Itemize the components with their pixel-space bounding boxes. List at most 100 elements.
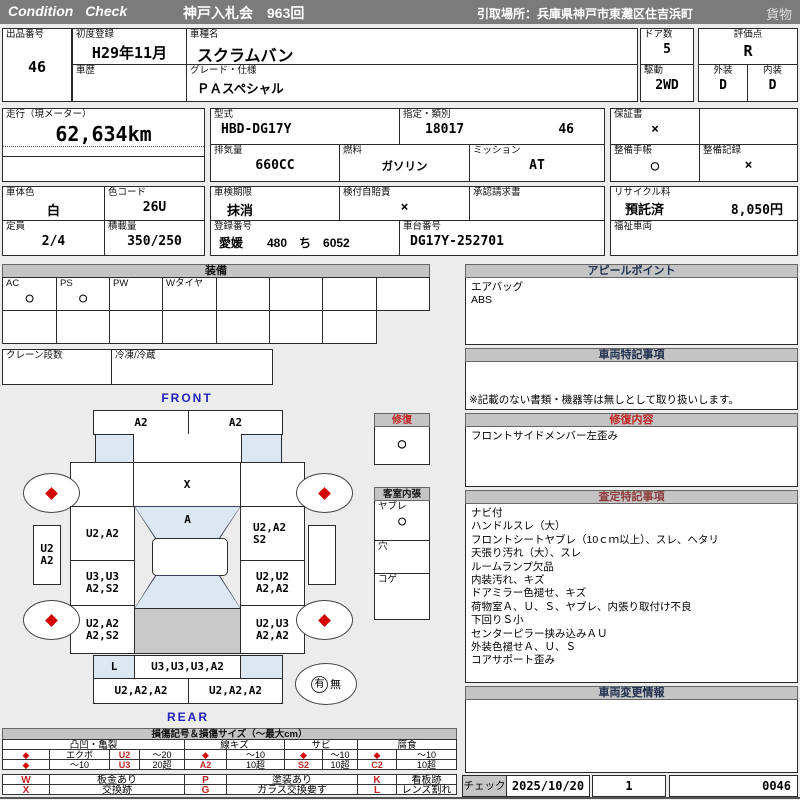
cabin-row-hole-label: 穴 xyxy=(378,541,388,552)
equipment-cell-wtire: Wタイヤ xyxy=(162,277,217,311)
front-corner-left xyxy=(95,434,134,463)
insurance-value: × xyxy=(400,199,409,215)
rear-bumper-left-codes: U2,A2,A2 xyxy=(114,684,168,697)
model-code-label: 型式 xyxy=(214,109,234,120)
body-color-value: 白 xyxy=(46,202,60,218)
interior-grade-label: 内装 xyxy=(762,65,782,76)
mileage-divider-solid xyxy=(3,156,204,157)
damage-diamond-icon xyxy=(318,613,331,627)
check-date-cell: 2025/10/20 xyxy=(506,775,590,797)
auction-title: 神戸入札会 963回 xyxy=(183,5,305,21)
equipment-label-ps: PS xyxy=(60,278,73,289)
inspection-value: 抹消 xyxy=(227,202,254,218)
crane-label: クレーン段数 xyxy=(6,350,63,361)
front-door-left: U2,A2 xyxy=(70,506,135,561)
registration-number-value: 愛媛 480 ち 6052 xyxy=(219,235,350,250)
drive-cell: 駆動 2WD xyxy=(640,64,694,102)
windshield-code: A xyxy=(184,513,191,526)
front-corner-right xyxy=(241,434,282,463)
warranty-value: × xyxy=(651,121,659,137)
maintenance-record-label: 整備記録 xyxy=(703,145,742,156)
equipment-row2-7 xyxy=(322,310,377,344)
hood-center xyxy=(133,434,242,463)
capacity-cell: 定員 2/4 xyxy=(2,220,105,256)
maintenance-record-value: × xyxy=(744,157,753,173)
grade-value: ＰＡスペシャル xyxy=(197,81,284,96)
vehicle-notes-header: 車両特記事項 xyxy=(465,348,798,362)
roof-panel xyxy=(152,538,228,576)
lot-number-label: 出品番号 xyxy=(6,29,45,40)
exterior-grade-label: 外装 xyxy=(713,65,733,76)
rear-corner-left-code: L xyxy=(110,660,118,673)
chassis-number-value: DG17Y-252701 xyxy=(410,233,504,249)
rear-bumper-right-codes: U2,A2,A2 xyxy=(209,684,262,697)
mileage-value: 62,634km xyxy=(55,121,152,146)
front-door-right-codes: U2,A2 S2 xyxy=(253,520,287,546)
damage-diagram: A2 A2 X U2,A2 A U2,A2 S2 U2 A2 U3,U3 A2,… xyxy=(0,405,460,730)
rear-label: REAR xyxy=(166,710,209,724)
rear-wheel-left xyxy=(23,600,80,640)
exterior-grade-cell: 外装 D xyxy=(698,64,748,102)
crane-cell: クレーン段数 xyxy=(2,349,112,385)
repair-legend-value: ○ xyxy=(397,436,407,452)
cabin-row-hole: 穴 xyxy=(375,541,429,574)
doors-value: 5 xyxy=(663,41,671,57)
class-value-1: 18017 xyxy=(425,122,465,137)
pickup-location: 引取場所：兵庫県神戸市東灘区住吉浜町 xyxy=(477,7,694,21)
first-registration-value: H29年11月 xyxy=(91,43,168,62)
load-value: 350/250 xyxy=(127,233,182,249)
history-cell: 車歴 xyxy=(72,64,187,102)
lot-number-box: 出品番号 46 xyxy=(2,28,72,102)
class-cell: 指定・類別 18017 46 xyxy=(399,108,605,145)
quarter-panel-left: U2,A2 A2,S2 xyxy=(70,605,135,654)
capacity-label: 定員 xyxy=(6,221,26,232)
mission-label: ミッション xyxy=(473,145,521,156)
equipment-row2-4 xyxy=(162,310,217,344)
drive-label: 駆動 xyxy=(644,65,664,76)
repair-content-box: 修復内容 フロントサイドメンバー左歪み xyxy=(465,413,798,487)
registration-number-label: 登録番号 xyxy=(214,221,253,232)
front-panel: X xyxy=(133,462,241,507)
chassis-number-cell: 車台番号 DG17Y-252701 xyxy=(399,220,605,256)
mileage-divider-dotted xyxy=(3,146,204,147)
legend-r2c8: 10超 xyxy=(322,759,358,770)
cabin-legend-box: 客室内張 ヤブレ ○ 穴 コゲ xyxy=(374,487,430,620)
front-bumper-right-code: A2 xyxy=(228,415,243,429)
recycle-fee-label: リサイクル料 xyxy=(614,187,671,198)
appeal-points-header: アピールポイント xyxy=(465,264,798,278)
equipment-value-ac: ○ xyxy=(25,290,34,306)
legend-desc-g: ガラス交換要す xyxy=(226,784,358,795)
equipment-row2-5 xyxy=(216,310,270,344)
registration-number-cell: 登録番号 愛媛 480 ち 6052 xyxy=(210,220,400,256)
model-name-cell: 車種名 スクラムバン xyxy=(186,28,638,65)
fridge-label: 冷凍/冷蔵 xyxy=(115,350,156,361)
front-fender-left xyxy=(70,462,134,507)
rear-gate-codes: U3,U3,U3,A2 xyxy=(151,660,224,673)
assessment-notes-lines: ナビ付 ハンドルスレ（大） フロントシートヤブレ（10ｃｍ以上）、スレ、ヘタリ … xyxy=(471,507,719,667)
equipment-header: 装備 xyxy=(2,264,430,278)
grade-label: グレード・仕様 xyxy=(190,65,257,76)
quarter-panel-right: U2,U3 A2,A2 xyxy=(240,605,305,654)
assessment-notes-header: 査定特記事項 xyxy=(465,490,798,504)
equipment-cell-8 xyxy=(376,277,430,311)
model-code-value: HBD-DG17Y xyxy=(221,121,292,137)
rear-corner-right xyxy=(240,655,283,679)
load-cell: 積載量 350/250 xyxy=(104,220,205,256)
appeal-points-box: アピールポイント エアバッグ ABS xyxy=(465,264,798,345)
maintenance-record-cell: 整備記録 × xyxy=(699,144,798,182)
quarter-panel-right-codes: U2,U3 A2,A2 xyxy=(255,616,290,642)
cabin-row-burn: コゲ xyxy=(375,574,429,619)
grade-cell: グレード・仕様 ＰＡスペシャル xyxy=(186,64,638,102)
mileage-box: 走行（現メーター） 62,634km xyxy=(2,108,205,182)
legend-code-l: L xyxy=(357,784,397,795)
appeal-points-lines: エアバッグ ABS xyxy=(471,281,524,307)
rear-wheel-right xyxy=(296,600,353,640)
equipment-label-ac: AC xyxy=(6,278,20,289)
legend-r2c2: 〜10 xyxy=(49,759,110,770)
legend-desc-l: レンズ割れ xyxy=(396,784,457,795)
doors-label: ドア数 xyxy=(644,29,673,40)
welfare-label: 福祉車両 xyxy=(614,221,653,232)
recycle-fee-values: 預託済 8,050円 xyxy=(611,199,797,218)
maintenance-book-label: 整備手帳 xyxy=(614,145,653,156)
fuel-cell: 燃料 ガソリン xyxy=(339,144,470,182)
